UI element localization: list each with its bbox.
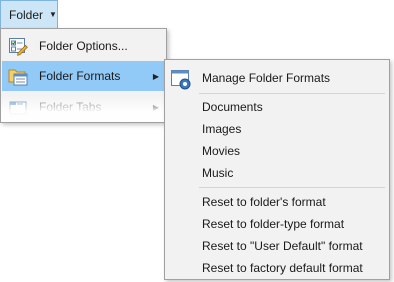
submenu-item-reset[interactable]: Reset to folder's format [165, 191, 389, 213]
submenu-item-manage-folder-formats[interactable]: Manage Folder Formats [165, 64, 389, 92]
menu-item-label: Folder Formats [39, 69, 121, 83]
dropdown-caret-icon: ▼ [49, 10, 57, 19]
submenu-item-label: Reset to "User Default" format [202, 239, 363, 253]
folder-tabs-icon [8, 97, 28, 117]
menu-item-label: Folder Tabs [39, 100, 102, 114]
folder-formats-icon [8, 66, 28, 86]
submenu-item-label: Reset to factory default format [202, 261, 363, 275]
folder-options-icon [8, 36, 28, 56]
submenu-item-reset[interactable]: Reset to factory default format [165, 257, 389, 279]
submenu-arrow-icon: ▶ [152, 102, 159, 112]
submenu-item-reset[interactable]: Reset to folder-type format [165, 213, 389, 235]
manage-folder-formats-icon [170, 68, 192, 90]
menu-item-label: Folder Options... [39, 39, 128, 53]
folder-menu: Folder Options... Folder Formats ▶ Folde… [0, 28, 167, 123]
submenu-item-format[interactable]: Movies [165, 140, 389, 162]
submenu-item-reset[interactable]: Reset to "User Default" format [165, 235, 389, 257]
menu-separator [199, 187, 385, 188]
submenu-item-label: Reset to folder's format [202, 195, 326, 209]
folder-formats-submenu: Manage Folder Formats Documents Images M… [164, 59, 390, 280]
folder-menu-button-label: Folder [9, 7, 44, 22]
submenu-arrow-icon: ▶ [152, 71, 159, 81]
submenu-item-format[interactable]: Documents [165, 96, 389, 118]
menu-item-folder-options[interactable]: Folder Options... [2, 31, 165, 61]
submenu-item-label: Music [202, 166, 234, 180]
menu-item-folder-tabs[interactable]: Folder Tabs ▶ [2, 92, 165, 122]
menu-separator [199, 93, 385, 94]
submenu-item-label: Movies [202, 144, 241, 158]
folder-menu-button[interactable]: Folder ▼ [0, 0, 58, 29]
menu-item-folder-formats[interactable]: Folder Formats ▶ [2, 61, 165, 91]
submenu-item-format[interactable]: Images [165, 118, 389, 140]
submenu-item-format[interactable]: Music [165, 162, 389, 184]
submenu-item-label: Reset to folder-type format [202, 217, 345, 231]
submenu-item-label: Manage Folder Formats [202, 71, 331, 85]
submenu-item-label: Images [202, 122, 242, 136]
submenu-item-label: Documents [202, 100, 263, 114]
